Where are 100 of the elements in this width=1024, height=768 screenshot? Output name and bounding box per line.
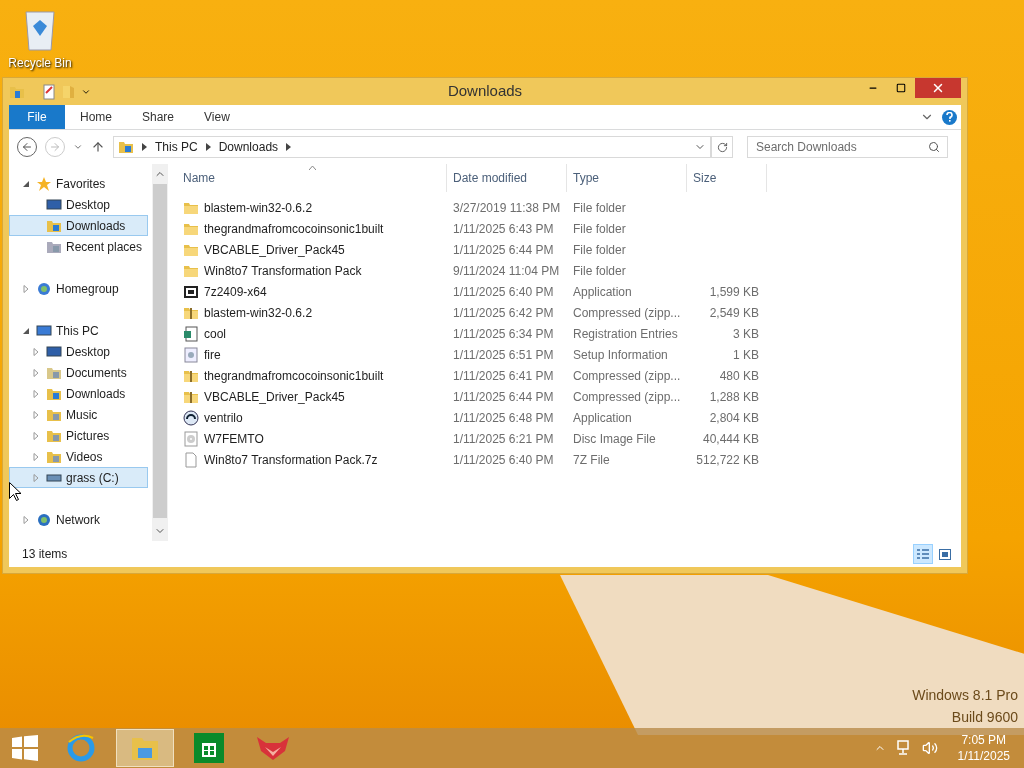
nav-item[interactable]: grass (C:): [9, 467, 148, 488]
date-cell-text: 3/27/2019 11:38 PM: [452, 199, 562, 217]
registry-file-icon: [183, 325, 199, 342]
file-name: 7z2409-x64: [204, 283, 267, 301]
file-name: blastem-win32-0.6.2: [204, 304, 313, 322]
address-bar[interactable]: This PC Downloads: [113, 136, 711, 158]
file-name: fire: [204, 346, 221, 364]
column-header[interactable]: Type: [567, 164, 687, 192]
taskbar-button[interactable]: [116, 729, 174, 767]
file-row[interactable]: VBCABLE_Driver_Pack45 1/11/2025 6:44 PM File folder: [177, 239, 961, 260]
file-name: blastem-win32-0.6.2: [204, 199, 313, 217]
type-cell-text: 7Z File: [572, 451, 611, 469]
file-tab[interactable]: File: [9, 105, 65, 129]
column-header[interactable]: Size: [687, 164, 767, 192]
file-row[interactable]: thegrandmafromcocoinsonic1built 1/11/2025 6:43 PM File folder: [177, 218, 961, 239]
nav-item[interactable]: Downloads: [9, 215, 148, 236]
desktop-icon: [46, 196, 62, 213]
ribbon-tab[interactable]: Home: [65, 105, 127, 129]
file-row[interactable]: W7FEMTO 1/11/2025 6:21 PM Disc Image File 40,444 KB: [177, 428, 961, 449]
nav-item[interactable]: Network: [9, 509, 148, 530]
size-cell-text: 512,722 KB: [696, 451, 759, 469]
nav-item[interactable]: Pictures: [9, 425, 148, 446]
nav-item[interactable]: Favorites: [9, 173, 148, 194]
file-row[interactable]: 7z2409-x64 1/11/2025 6:40 PM Application 1,599 KB: [177, 281, 961, 302]
type-cell-text: Disc Image File: [572, 430, 657, 448]
star-icon: [36, 175, 52, 192]
breadcrumb-item[interactable]: This PC: [155, 138, 198, 156]
ribbon-tab[interactable]: Share: [127, 105, 190, 129]
type-cell-text: Application: [572, 283, 633, 301]
date-cell-text: 1/11/2025 6:40 PM: [452, 283, 555, 301]
help-icon[interactable]: [942, 109, 957, 125]
type-cell-text: File folder: [572, 220, 627, 238]
properties-icon[interactable]: [41, 83, 57, 100]
nav-item[interactable]: Videos: [9, 446, 148, 467]
date-cell-text: 1/11/2025 6:21 PM: [452, 430, 555, 448]
refresh-button[interactable]: [711, 136, 733, 158]
date-cell-text: 9/11/2024 11:04 PM: [452, 262, 561, 280]
date-cell-text: 1/11/2025 6:51 PM: [452, 346, 555, 364]
volume-icon[interactable]: [921, 740, 938, 756]
breadcrumb-arrow-icon[interactable]: [142, 143, 147, 151]
breadcrumb-item[interactable]: Downloads: [218, 138, 279, 156]
date-cell-text: 1/11/2025 6:41 PM: [452, 367, 555, 385]
size-cell-text: 3 KB: [733, 325, 759, 343]
file-name: W7FEMTO: [204, 430, 264, 448]
nav-item[interactable]: Music: [9, 404, 148, 425]
app-icon: [183, 283, 199, 300]
file-name: Win8to7 Transformation Pack.7z: [204, 451, 378, 469]
type-cell-text: Compressed (zipp...: [572, 388, 682, 406]
shopping-bag-icon: [194, 733, 224, 763]
type-cell-text: Compressed (zipp...: [572, 367, 682, 385]
browser-icon: [66, 733, 96, 763]
details-view-button[interactable]: [913, 544, 933, 564]
headset-icon: [183, 409, 199, 426]
type-cell-text: Application: [572, 409, 633, 427]
breadcrumb-arrow-icon[interactable]: [286, 143, 292, 151]
breadcrumb-arrow-icon[interactable]: [205, 143, 211, 151]
size-cell-text: 2,804 KB: [709, 409, 759, 427]
file-row[interactable]: ventrilo 1/11/2025 6:48 PM Application 2,804 KB: [177, 407, 961, 428]
type-cell-text: Compressed (zipp...: [572, 304, 682, 322]
network-icon[interactable]: [895, 740, 912, 756]
type-cell-text: Registration Entries: [572, 325, 679, 343]
scrollbar-thumb[interactable]: [153, 184, 167, 518]
date-cell-text: 1/11/2025 6:40 PM: [452, 451, 555, 469]
file-row[interactable]: Win8to7 Transformation Pack 9/11/2024 11:04 PM File folder: [177, 260, 961, 281]
nav-item[interactable]: Desktop: [9, 194, 148, 215]
file-row[interactable]: thegrandmafromcocoinsonic1built 1/11/2025 6:41 PM Compressed (zipp... 480 KB: [177, 365, 961, 386]
nav-item[interactable]: Downloads: [9, 383, 148, 404]
size-cell-text: 40,444 KB: [702, 430, 759, 448]
desktop-icon: [46, 343, 62, 360]
file-row[interactable]: Win8to7 Transformation Pack.7z 1/11/2025 6:40 PM 7Z File 512,722 KB: [177, 449, 961, 470]
up-icon[interactable]: [91, 140, 105, 154]
computer-icon: [36, 322, 52, 339]
nav-item[interactable]: This PC: [9, 320, 148, 341]
recent-locations-icon[interactable]: [73, 142, 83, 152]
column-header[interactable]: Name: [177, 164, 447, 192]
nav-item[interactable]: Desktop: [9, 341, 148, 362]
date-cell-text: 1/11/2025 6:44 PM: [452, 241, 555, 259]
file-row[interactable]: blastem-win32-0.6.2 3/27/2019 11:38 PM File folder: [177, 197, 961, 218]
file-row[interactable]: VBCABLE_Driver_Pack45 1/11/2025 6:44 PM Compressed (zipp... 1,288 KB: [177, 386, 961, 407]
file-icon: [183, 451, 199, 468]
size-cell-text: 480 KB: [719, 367, 759, 385]
file-row[interactable]: fire 1/11/2025 6:51 PM Setup Information 1 KB: [177, 344, 961, 365]
nav-item[interactable]: Homegroup: [9, 278, 148, 299]
search-field[interactable]: Search Downloads: [747, 136, 948, 158]
file-name: VBCABLE_Driver_Pack45: [204, 241, 345, 259]
setup-file-icon: [183, 346, 199, 363]
search-icon: [928, 141, 940, 153]
ribbon-tab[interactable]: View: [189, 105, 245, 129]
file-row[interactable]: blastem-win32-0.6.2 1/11/2025 6:42 PM Compressed (zipp... 2,549 KB: [177, 302, 961, 323]
nav-item[interactable]: Recent places: [9, 236, 148, 257]
nav-item[interactable]: Documents: [9, 362, 148, 383]
column-header[interactable]: Date modified: [447, 164, 567, 192]
item-count: 13 items: [22, 546, 68, 563]
file-row[interactable]: cool 1/11/2025 6:34 PM Registration Entries 3 KB: [177, 323, 961, 344]
type-cell-text: File folder: [572, 262, 627, 280]
date-cell-text: 1/11/2025 6:44 PM: [452, 388, 555, 406]
drive-icon: [46, 473, 62, 482]
close-icon: [931, 81, 945, 95]
disc-image-icon: [183, 430, 199, 447]
windows-version-text: Build 9600: [951, 708, 1018, 727]
